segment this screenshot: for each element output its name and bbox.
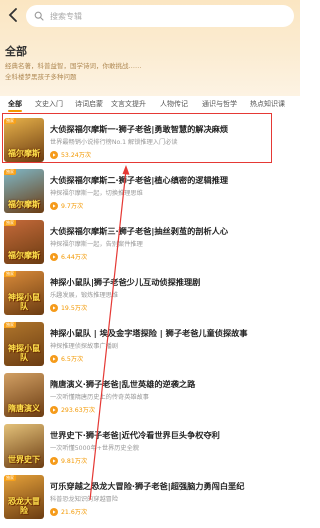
- album-cover: 隋唐演义: [4, 373, 44, 417]
- cover-title: 福尔摩斯: [8, 250, 40, 260]
- list-item[interactable]: 世界史下 世界史下·狮子老爸|近代冷看世界巨头争权夺利 一次听懂5000年+世界历史…: [0, 422, 300, 470]
- album-description: 乐趣发展，锻炼推理思维: [50, 292, 119, 299]
- play-count: 293.63万次: [61, 407, 96, 414]
- play-icon: [50, 354, 58, 363]
- album-description: 一次听懂5000年+世界历史全貌: [50, 445, 139, 452]
- album-description: 神探福尔摩斯一起，告别案件推理: [50, 241, 143, 248]
- play-count-row: 6.44万次: [50, 252, 87, 261]
- play-count: 53.24万次: [61, 152, 92, 159]
- play-icon: [50, 456, 58, 465]
- cover-title: 世界史下: [8, 454, 40, 464]
- play-count: 6.44万次: [61, 254, 88, 261]
- album-cover: 世界史下: [4, 424, 44, 468]
- cover-title: 神探小鼠队: [8, 343, 40, 362]
- list-item[interactable]: 隋唐演义 隋唐演义·狮子老爸|乱世英雄的逆袭之路 一次听懂隋唐历史上的传奇英雄故事 2…: [0, 371, 300, 419]
- exclusive-badge: 独家: [4, 271, 16, 277]
- album-title: 神探小鼠队 | 埃及金字塔探险 | 狮子老爸儿童侦探故事: [50, 328, 248, 338]
- category-title: 全部: [5, 45, 27, 58]
- category-description: 经典名著，科普益智，国学诗词，你敢挑战……: [5, 62, 142, 70]
- tab-classical-chinese[interactable]: 文言文提升: [111, 99, 146, 109]
- list-item[interactable]: 独家恐龙大冒险 可乐穿越之恐龙大冒险·狮子老爸|超强脑力勇闯白垩纪 科普恐龙知识的穿…: [0, 473, 300, 521]
- play-count-row: 21.6万次: [50, 507, 87, 516]
- list-item[interactable]: 独家 福尔摩斯 大侦探福尔摩斯二·狮子老爸|植心缜密的逻辑推理 神探福尔摩斯一起，切换…: [0, 167, 300, 215]
- album-cover: 独家恐龙大冒险: [4, 475, 44, 519]
- play-count: 19.5万次: [61, 305, 88, 312]
- exclusive-badge: 独家: [4, 475, 16, 481]
- cover-title: 神探小鼠队: [8, 292, 40, 311]
- play-icon: [50, 252, 58, 261]
- album-cover: 独家神探小鼠队: [4, 271, 44, 315]
- active-tab-indicator: [8, 110, 22, 112]
- tab-hot-topics[interactable]: 热点知识课: [250, 99, 285, 109]
- play-icon: [50, 507, 58, 516]
- play-count-row: 53.24万次: [50, 150, 91, 159]
- top-bar: [0, 0, 300, 32]
- album-cover: 独家福尔摩斯: [4, 169, 44, 213]
- exclusive-badge: 独家: [4, 220, 16, 226]
- category-description: 全科楼梦黑孩子多种问题: [5, 73, 77, 81]
- album-title: 隋唐演义·狮子老爸|乱世英雄的逆袭之路: [50, 379, 196, 389]
- play-count-row: 6.5万次: [50, 354, 83, 363]
- cover-title: 隋唐演义: [8, 403, 40, 413]
- tab-literature-history[interactable]: 文史入门: [35, 99, 63, 109]
- play-icon: [50, 201, 58, 210]
- tab-philosophy[interactable]: 通识与哲学: [202, 99, 237, 109]
- album-cover: 独家福尔摩斯: [4, 220, 44, 264]
- list-item[interactable]: 独家神探小鼠队 神探小鼠队 | 埃及金字塔探险 | 狮子老爸儿童侦探故事 神探推理侦…: [0, 320, 300, 368]
- play-icon: [50, 303, 58, 312]
- album-description: 世界最畅销小说排行榜No.1 解锁推理入门必读: [50, 139, 178, 146]
- play-count-row: 9.7万次: [50, 201, 83, 210]
- list-item[interactable]: 独家 福尔摩斯 大侦探福尔摩斯三·狮子老爸|抽丝剥茧的剖析人心 神探福尔摩斯一起，告别…: [0, 218, 300, 266]
- cover-title: 恐龙大冒险: [8, 496, 40, 515]
- exclusive-badge: 独家: [4, 322, 16, 328]
- tab-poetry[interactable]: 诗词启蒙: [75, 99, 103, 109]
- search-bar[interactable]: [26, 5, 294, 27]
- tab-all[interactable]: 全部: [8, 99, 22, 109]
- cover-title: 福尔摩斯: [8, 148, 40, 158]
- play-count: 6.5万次: [61, 356, 84, 363]
- exclusive-badge: 独家: [4, 169, 16, 175]
- play-icon: [50, 150, 58, 159]
- album-title: 神探小鼠队|狮子老爸少儿互动侦探推理剧: [50, 277, 201, 287]
- album-title: 世界史下·狮子老爸|近代冷看世界巨头争权夺利: [50, 430, 220, 440]
- search-input[interactable]: [50, 11, 270, 21]
- play-count: 9.7万次: [61, 203, 84, 210]
- play-count-row: 293.63万次: [50, 405, 95, 414]
- album-description: 科普恐龙知识的穿越冒险: [50, 496, 119, 503]
- cover-title: 福尔摩斯: [8, 199, 40, 209]
- album-description: 神探福尔摩斯一起，切换推理思维: [50, 190, 143, 197]
- play-count: 9.81万次: [61, 458, 88, 465]
- chevron-left-icon[interactable]: [4, 6, 22, 24]
- play-icon: [50, 405, 58, 414]
- album-title: 大侦探福尔摩斯一·狮子老爸|勇敢智慧的解决麻烦: [50, 124, 229, 134]
- play-count-row: 9.81万次: [50, 456, 87, 465]
- exclusive-badge: 独家: [4, 118, 16, 124]
- album-title: 可乐穿越之恐龙大冒险·狮子老爸|超强脑力勇闯白垩纪: [50, 481, 245, 491]
- album-cover: 独家福尔摩斯: [4, 118, 44, 162]
- album-description: 神探推理侦探故事广播剧: [50, 343, 119, 350]
- play-count: 21.6万次: [61, 509, 88, 516]
- play-count-row: 19.5万次: [50, 303, 87, 312]
- filter-tabs: 全部 文史入门 诗词启蒙 文言文提升 人物传记 通识与哲学 热点知识课: [0, 96, 300, 112]
- album-description: 一次听懂隋唐历史上的传奇英雄故事: [50, 394, 149, 401]
- tab-biography[interactable]: 人物传记: [160, 99, 188, 109]
- album-title: 大侦探福尔摩斯三·狮子老爸|抽丝剥茧的剖析人心: [50, 226, 229, 236]
- list-item[interactable]: 独家神探小鼠队 神探小鼠队|狮子老爸少儿互动侦探推理剧 乐趣发展，锻炼推理思维 19.…: [0, 269, 300, 317]
- album-title: 大侦探福尔摩斯二·狮子老爸|植心缜密的逻辑推理: [50, 175, 229, 185]
- list-item[interactable]: 独家 福尔摩斯 大侦探福尔摩斯一·狮子老爸|勇敢智慧的解决麻烦 世界最畅销小说排行榜N…: [0, 116, 300, 164]
- album-cover: 独家神探小鼠队: [4, 322, 44, 366]
- search-icon: [34, 11, 44, 21]
